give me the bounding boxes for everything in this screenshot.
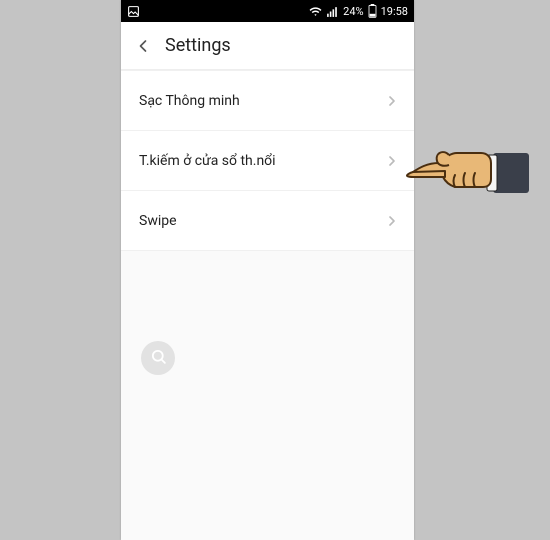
signal-icon [326, 5, 339, 18]
chevron-right-icon [384, 153, 400, 169]
wifi-icon [309, 5, 322, 18]
pointing-hand-icon [405, 135, 530, 205]
image-icon [127, 5, 140, 18]
settings-row-label: Sạc Thông minh [139, 93, 384, 109]
settings-row-smart-charge[interactable]: Sạc Thông minh [121, 71, 414, 131]
search-fab[interactable] [141, 341, 175, 375]
clock-text: 19:58 [381, 5, 408, 18]
title-bar: Settings [121, 22, 414, 70]
settings-row-swipe[interactable]: Swipe [121, 191, 414, 251]
battery-text: 24% [343, 5, 363, 18]
chevron-right-icon [384, 213, 400, 229]
chevron-right-icon [384, 93, 400, 109]
status-bar: 24% 19:58 [121, 0, 414, 22]
settings-row-label: T.kiếm ở cửa sổ th.nổi [139, 153, 384, 169]
content-area [121, 251, 414, 540]
page-title: Settings [165, 35, 231, 56]
phone-frame: 24% 19:58 Settings Sạc Thông minh [121, 0, 414, 540]
settings-row-label: Swipe [139, 213, 384, 229]
back-icon[interactable] [133, 36, 153, 56]
search-icon [150, 348, 167, 369]
settings-list: Sạc Thông minh T.kiếm ở cửa sổ th.nổi Sw… [121, 70, 414, 251]
battery-icon [368, 4, 377, 18]
settings-row-popup-search[interactable]: T.kiếm ở cửa sổ th.nổi [121, 131, 414, 191]
